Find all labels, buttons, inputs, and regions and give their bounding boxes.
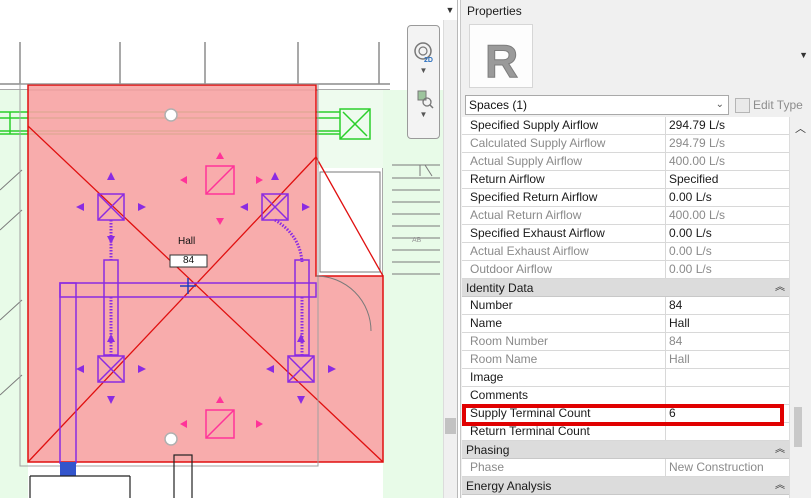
property-row[interactable]: Return Airflow Specified [462,171,789,189]
chevron-down-icon: ⌄ [715,99,724,110]
property-value: 84 [669,334,683,348]
type-selector-dropdown[interactable]: Spaces (1) ⌄ [465,95,729,115]
property-row[interactable]: Return Terminal Count [462,423,789,441]
nav-2d-label: 2D [424,57,433,64]
property-name: Number [462,297,666,314]
property-row[interactable]: Comments [462,387,789,405]
canvas-scroll-thumb[interactable] [445,418,456,434]
property-name: Specified Exhaust Airflow [462,225,666,242]
property-value: New Construction [669,460,764,474]
properties-scroll-thumb[interactable] [794,407,802,447]
property-row[interactable]: Actual Return Airflow 400.00 L/s [462,207,789,225]
type-image-scroll-icon[interactable]: ▼ [799,50,808,60]
navigation-bar[interactable]: 2D ▼ ▼ [407,25,440,139]
edit-type-label: Edit Type [753,98,803,112]
property-value[interactable]: 6 [666,405,789,422]
properties-title: Properties [467,4,522,18]
property-row[interactable]: Supply Terminal Count 6 [462,405,789,423]
group-header-label: Identity Data [466,281,534,295]
view-menu-dropdown-icon[interactable]: ▼ [444,4,456,16]
property-row[interactable]: Specified Exhaust Airflow 0.00 L/s [462,225,789,243]
group-header[interactable]: Identity Data ︽ [462,279,789,297]
property-row[interactable]: Number 84 [462,297,789,315]
property-row[interactable]: Outdoor Airflow 0.00 L/s [462,261,789,279]
property-name: Phase [462,459,666,476]
property-value[interactable]: 294.79 L/s [666,117,789,134]
property-name: Calculated Supply Airflow [462,135,666,152]
group-header[interactable]: Energy Analysis ︽ [462,477,789,495]
property-value: 0.00 L/s [669,244,712,258]
collapse-group-icon[interactable]: ︽ [775,279,785,297]
property-value: 400.00 L/s [669,208,726,222]
property-name: Room Name [462,351,666,368]
property-value: 0.00 L/s [669,262,712,276]
property-value[interactable]: 0.00 L/s [666,225,789,242]
property-name: Actual Exhaust Airflow [462,243,666,260]
scroll-up-icon[interactable]: ︿ [795,120,806,136]
property-value[interactable] [666,387,789,404]
zoom-dropdown-icon[interactable]: ▼ [411,110,436,136]
property-name: Name [462,315,666,332]
edit-type-icon [735,97,750,113]
type-selector-value: Spaces (1) [469,98,528,112]
property-value: 294.79 L/s [669,136,726,150]
property-value[interactable]: 0.00 L/s [666,189,789,206]
property-row[interactable]: Specified Supply Airflow 294.79 L/s [462,117,789,135]
property-row[interactable]: Specified Return Airflow 0.00 L/s [462,189,789,207]
property-row[interactable]: Calculated Supply Airflow 294.79 L/s [462,135,789,153]
property-name: Actual Return Airflow [462,207,666,224]
property-row[interactable]: Name Hall [462,315,789,333]
property-value[interactable]: 84 [666,297,789,314]
properties-scrollbar[interactable]: ︿ [789,117,811,498]
drawing-canvas[interactable]: Hall 84 AB ▼ 2D ▼ ▼ [0,0,458,498]
collapse-group-icon[interactable]: ︽ [775,441,785,459]
property-value: Hall [669,352,690,366]
collapse-group-icon[interactable]: ︽ [775,477,785,495]
group-header[interactable]: Phasing ︽ [462,441,789,459]
property-name: Actual Supply Airflow [462,153,666,170]
property-name: Room Number [462,333,666,350]
property-name: Supply Terminal Count [462,405,666,422]
property-row[interactable]: Room Number 84 [462,333,789,351]
property-value[interactable]: Specified [666,171,789,188]
property-row[interactable]: Phase New Construction [462,459,789,477]
edit-type-button[interactable]: Edit Type [735,95,803,115]
room-name-label[interactable]: Hall [178,236,195,247]
revit-logo-icon: R [485,35,519,88]
view-header-bar [0,0,457,20]
properties-grid[interactable]: Specified Supply Airflow 294.79 L/s Calcul… [462,117,789,498]
property-value[interactable]: Hall [666,315,789,332]
property-name: Specified Return Airflow [462,189,666,206]
stair-label: AB [412,237,422,244]
room-number-label[interactable]: 84 [170,255,207,267]
property-row[interactable]: Actual Exhaust Airflow 0.00 L/s [462,243,789,261]
property-name: Comments [462,387,666,404]
property-row[interactable]: Image [462,369,789,387]
property-name: Outdoor Airflow [462,261,666,278]
property-value: 400.00 L/s [669,154,726,168]
property-name: Image [462,369,666,386]
floor-plan-view[interactable] [0,0,458,498]
group-header-label: Phasing [466,443,510,457]
group-header-label: Energy Analysis [466,479,552,493]
property-row[interactable]: Actual Supply Airflow 400.00 L/s [462,153,789,171]
property-name: Specified Supply Airflow [462,117,666,134]
steering-wheel-button[interactable]: 2D [411,40,436,66]
property-name: Return Terminal Count [462,423,666,440]
property-name: Return Airflow [462,171,666,188]
property-value[interactable] [666,369,789,386]
property-row[interactable]: Room Name Hall [462,351,789,369]
revit-logo-letter: R [485,35,518,87]
type-image-box: R [469,24,533,88]
property-value[interactable] [666,423,789,440]
